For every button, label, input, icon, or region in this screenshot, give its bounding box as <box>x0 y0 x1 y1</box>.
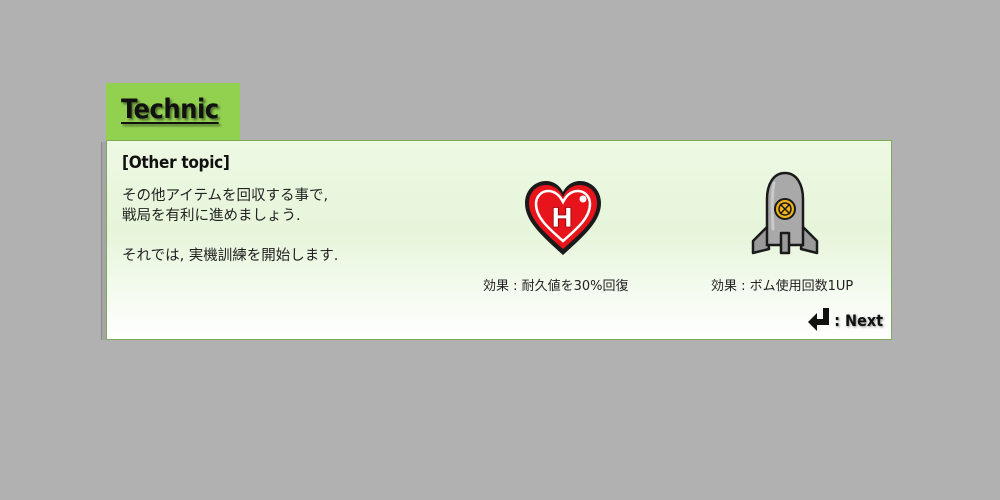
heart-caption: 効果 : 耐久値を30%回復 <box>483 279 629 294</box>
bomb-icon <box>751 171 819 255</box>
body-line <box>122 226 338 246</box>
tutorial-panel: [Other topic] その他アイテムを回収する事で, 戦局を有利に進めまし… <box>106 140 892 340</box>
tab-title: Technic <box>121 94 219 125</box>
topic-heading: [Other topic] <box>122 153 230 173</box>
heart-letter: H <box>551 203 574 234</box>
next-button[interactable]: : Next <box>806 306 883 334</box>
bomb-caption: 効果 : ボム使用回数1UP <box>711 279 854 294</box>
body-line: その他アイテムを回収する事で, <box>122 188 329 204</box>
body-line: それでは, 実機訓練を開始します. <box>122 248 339 264</box>
tutorial-body: その他アイテムを回収する事で, 戦局を有利に進めましょう. それでは, 実機訓練… <box>122 186 338 266</box>
return-arrow-icon <box>808 308 830 331</box>
heart-h-icon: H <box>525 181 601 255</box>
body-line: 戦局を有利に進めましょう. <box>122 208 301 224</box>
next-label: : Next <box>834 310 883 330</box>
technic-tab: Technic <box>106 83 240 141</box>
